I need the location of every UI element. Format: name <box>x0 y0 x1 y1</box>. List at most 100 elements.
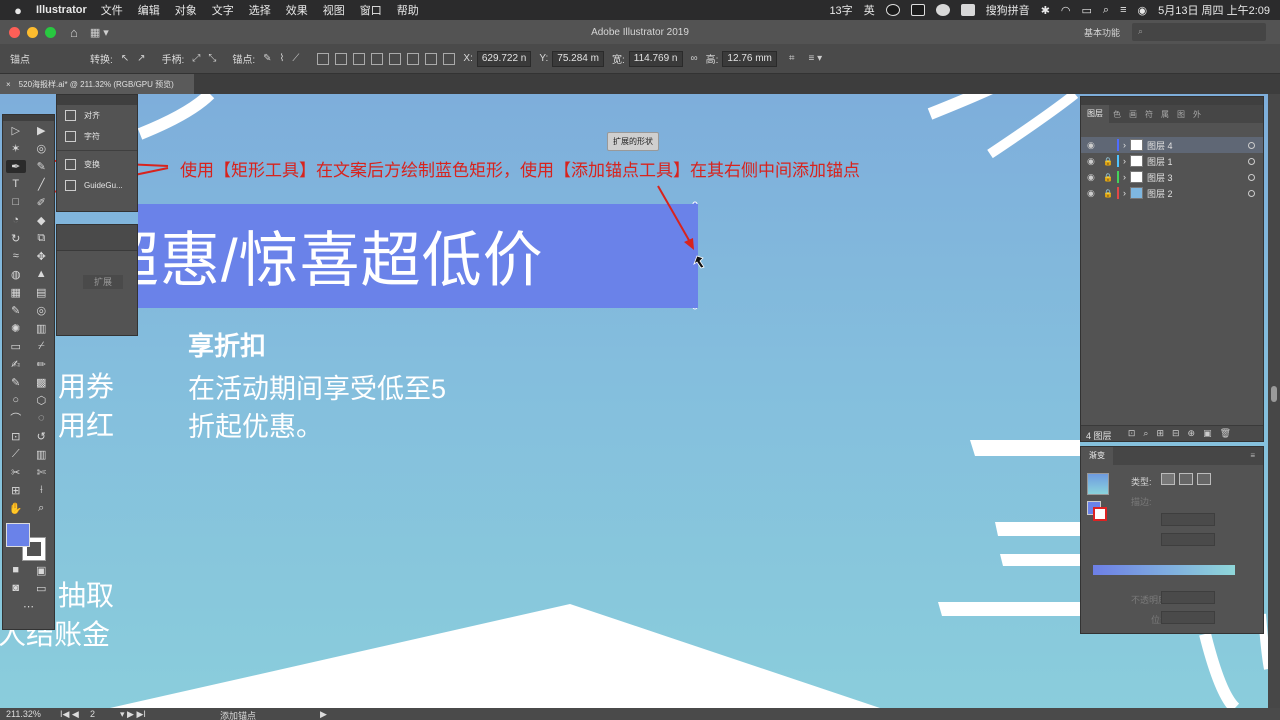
lock-icon[interactable]: 🔒 <box>1103 157 1113 166</box>
body-text[interactable]: 在活动期间享受低至5 折起优惠。 <box>188 370 446 446</box>
menubar-clock[interactable]: 5月13日 周四 上午2:09 <box>1158 2 1270 18</box>
wifi-icon[interactable]: ◠ <box>1061 4 1071 17</box>
x-field[interactable]: 629.722 n <box>476 50 532 67</box>
live-paint-icon[interactable]: ▲ <box>31 268 51 280</box>
layer-name[interactable]: 图层 3 <box>1147 171 1173 184</box>
siri-icon[interactable]: ◉ <box>1138 4 1148 17</box>
show-handles-icon[interactable]: ⤢ <box>192 53 200 64</box>
height-field[interactable]: 12.76 mm <box>722 50 777 67</box>
bear-icon[interactable] <box>910 4 925 16</box>
panel-character[interactable]: 字符 <box>57 126 137 147</box>
tab-layers[interactable]: 图层 <box>1081 105 1109 123</box>
artboard-tool-icon[interactable]: ▭ <box>6 340 26 353</box>
wechat-icon[interactable] <box>935 4 950 16</box>
gradient-slider[interactable] <box>1093 565 1235 575</box>
fill-swatch[interactable] <box>6 523 30 547</box>
menu-view[interactable]: 视图 <box>323 2 345 18</box>
target-icon[interactable] <box>1248 173 1255 181</box>
menu-object[interactable]: 对象 <box>175 2 197 18</box>
align-top-icon[interactable] <box>389 52 402 65</box>
lock-icon[interactable]: 🔒 <box>1103 189 1113 198</box>
panel-transform[interactable]: 变换 <box>57 154 137 175</box>
panel-guideguide[interactable]: GuideGu... <box>57 175 137 196</box>
more-tools-icon[interactable]: ⋯ <box>19 600 39 613</box>
layers-panel-header[interactable] <box>1081 97 1263 105</box>
radial-gradient-icon[interactable] <box>1179 473 1193 485</box>
close-window-button[interactable] <box>9 26 20 38</box>
align-center-icon[interactable] <box>353 52 366 65</box>
menu-edit[interactable]: 编辑 <box>138 2 160 18</box>
type-tool-icon[interactable]: T <box>6 178 26 190</box>
ime-mode[interactable]: 英 <box>864 2 875 18</box>
paintbrush-tool-icon[interactable]: ✐ <box>31 196 51 209</box>
visibility-eye-icon[interactable]: ◉ <box>1087 172 1099 183</box>
width-tool-icon[interactable]: ≈ <box>6 250 26 262</box>
blob-brush-icon[interactable]: ✍ <box>6 358 26 371</box>
pencil-tool-icon[interactable]: ✏ <box>31 358 51 371</box>
position-field[interactable] <box>1161 611 1215 624</box>
menu-effect[interactable]: 效果 <box>286 2 308 18</box>
menu-app-name[interactable]: Illustrator <box>36 4 87 16</box>
draw-mode-icon[interactable]: ◙ <box>6 582 26 594</box>
hand-tool-icon[interactable]: ✋ <box>6 502 26 515</box>
linear-gradient-icon[interactable] <box>1161 473 1175 485</box>
align-right-icon[interactable] <box>371 52 384 65</box>
layer-name[interactable]: 图层 1 <box>1147 155 1173 168</box>
tab-gradient[interactable]: 渐变 <box>1081 447 1113 465</box>
more-options-icon[interactable]: ≡ ▾ <box>809 53 823 64</box>
link-proportions-icon[interactable]: ∞ <box>691 53 698 64</box>
blend-tool-icon[interactable]: ◎ <box>31 304 51 317</box>
workspace-switcher[interactable]: 基本功能 <box>1084 26 1120 39</box>
line-tool-icon[interactable]: ╱ <box>31 178 51 191</box>
layer-name[interactable]: 图层 4 <box>1147 139 1173 152</box>
slice-tool-icon[interactable]: ⌿ <box>31 340 51 353</box>
rectangle-tool-icon[interactable]: □ <box>6 196 26 208</box>
zoom-tool-icon[interactable]: ⌕ <box>31 502 51 515</box>
pathfinder-header[interactable] <box>57 225 137 251</box>
gradient-tool-icon[interactable]: ▤ <box>31 286 51 299</box>
zoom-level[interactable]: 211.32% <box>6 709 41 719</box>
layer-row-2[interactable]: ◉ 🔒 › 图层 2 <box>1081 185 1263 201</box>
artboard-canvas[interactable]: 超惠/惊喜超低价 享折扣 在活动期间享受低至5 折起优惠。 用券 用红 抽取 人… <box>0 94 1268 708</box>
eyedropper-tool-icon[interactable]: ✎ <box>6 304 26 317</box>
smooth-tool-icon[interactable]: ✎ <box>6 376 26 389</box>
gradient-mode-icon[interactable]: ▣ <box>31 564 51 577</box>
bluetooth-icon[interactable]: ✱ <box>1041 4 1050 17</box>
warp-tool-icon[interactable]: ↺ <box>31 430 51 443</box>
target-icon[interactable] <box>1248 189 1255 197</box>
puppet-warp-icon[interactable]: ✥ <box>31 250 51 263</box>
symbol-sprayer-icon[interactable]: ✺ <box>6 322 26 335</box>
perspective-grid-icon[interactable]: ▦ <box>6 286 26 299</box>
transform-icon[interactable]: ⌗ <box>789 53 795 64</box>
gradient-swatch[interactable] <box>1087 473 1109 495</box>
connect-anchor-icon[interactable]: ⌇ <box>280 53 285 64</box>
menu-type[interactable]: 文字 <box>212 2 234 18</box>
close-tab-icon[interactable]: × <box>6 80 11 89</box>
layer-row-3[interactable]: ◉ 🔒 › 图层 3 <box>1081 169 1263 185</box>
tab-graphic-styles[interactable]: 图 <box>1173 109 1189 120</box>
visibility-eye-icon[interactable]: ◉ <box>1087 156 1099 167</box>
arrange-documents-icon[interactable]: ▦ ▾ <box>90 26 109 39</box>
input-method-name[interactable]: 搜狗拼音 <box>986 2 1030 18</box>
convert-corner-icon[interactable]: ↖ <box>121 53 129 64</box>
expand-button[interactable]: 扩展 <box>83 275 123 289</box>
menu-file[interactable]: 文件 <box>101 2 123 18</box>
color-mode-icon[interactable]: ■ <box>6 564 26 576</box>
target-icon[interactable] <box>1248 141 1255 149</box>
minimize-window-button[interactable] <box>27 26 38 38</box>
screen-mode-icon[interactable]: ▭ <box>31 582 51 595</box>
tab-brushes[interactable]: 画 <box>1125 109 1141 120</box>
apple-icon[interactable]: ● <box>0 3 36 18</box>
expand-arrow-icon[interactable]: › <box>1123 140 1126 150</box>
menu-window[interactable]: 窗口 <box>360 2 382 18</box>
y-field[interactable]: 75.284 m <box>552 50 604 67</box>
distribute-icon[interactable] <box>443 52 456 65</box>
tab-color[interactable]: 色 <box>1109 109 1125 120</box>
spotlight-icon[interactable]: ⌕ <box>1103 4 1109 17</box>
shape-builder-icon[interactable]: ◍ <box>6 268 26 281</box>
cut-path-icon[interactable]: ⟋ <box>292 53 299 64</box>
status-menu-arrow-icon[interactable]: ▶ <box>320 709 327 720</box>
search-input[interactable]: ⌕ <box>1132 23 1266 41</box>
layer-row-1[interactable]: ◉ 🔒 › 图层 1 <box>1081 153 1263 169</box>
arc-tool-icon[interactable]: ⌒ <box>6 410 26 426</box>
